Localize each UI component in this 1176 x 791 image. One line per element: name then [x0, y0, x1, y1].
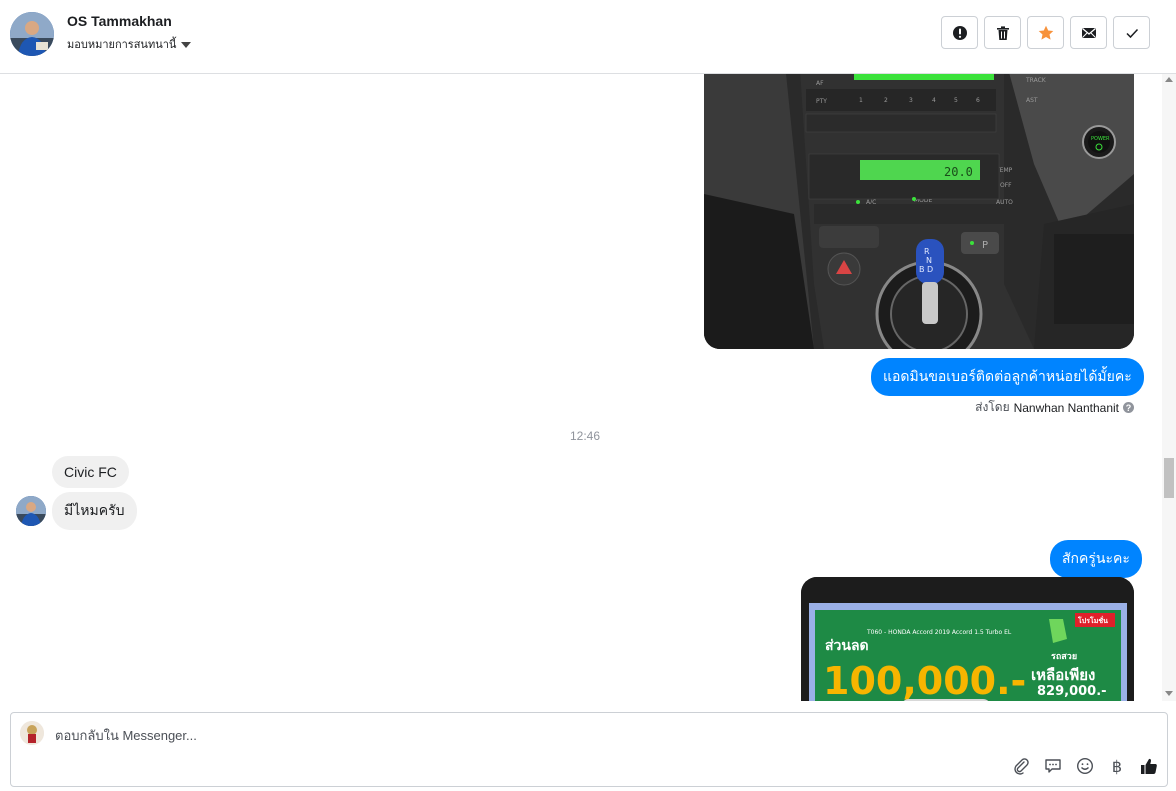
thumbs-up-icon: [1141, 758, 1157, 774]
mark-done-button[interactable]: [1113, 16, 1150, 49]
svg-text:6: 6: [976, 97, 980, 104]
header-actions: [941, 16, 1150, 49]
promo-badge: โปรโมชั่น: [1077, 615, 1108, 625]
emoji-button[interactable]: [1075, 756, 1095, 776]
remaining-label: เหลือเพียง: [1031, 666, 1095, 684]
contact-avatar[interactable]: [10, 12, 54, 56]
incoming-message[interactable]: Civic FC: [52, 456, 129, 488]
promo-price: 829,000.-: [1037, 684, 1107, 699]
reply-input[interactable]: [55, 725, 955, 745]
message-timestamp: 12:46: [569, 429, 601, 443]
outgoing-message[interactable]: แอดมินขอเบอร์ติดต่อลูกค้าหน่อยได้มั้ยคะ: [871, 358, 1144, 396]
like-button[interactable]: [1139, 756, 1159, 776]
svg-text:P: P: [982, 240, 988, 251]
reply-composer: ฿: [10, 712, 1168, 787]
conversation-header: OS Tammakhan มอบหมายการสนทนานี้: [0, 0, 1176, 74]
svg-text:TRACK: TRACK: [1025, 77, 1047, 84]
mark-spam-button[interactable]: [941, 16, 978, 49]
svg-text:4: 4: [932, 97, 936, 104]
envelope-icon: [1081, 27, 1096, 38]
contact-avatar-small: [16, 496, 46, 526]
svg-text:PTY: PTY: [816, 98, 827, 105]
svg-text:20.0: 20.0: [944, 165, 973, 179]
discount-label: ส่วนลด: [825, 638, 869, 654]
car-promotion-image[interactable]: โปรโมชั่น T060 - HONDA Accord 2019 Accor…: [801, 577, 1134, 701]
promo-brand: รถสวย: [1051, 652, 1077, 662]
svg-text:AF: AF: [816, 80, 824, 87]
svg-text:OFF: OFF: [1000, 182, 1012, 189]
svg-text:3: 3: [909, 97, 913, 104]
incoming-message[interactable]: มีไหมครับ: [52, 492, 137, 530]
scroll-down-arrow-icon[interactable]: [1165, 691, 1173, 696]
discount-amount: 100,000.-: [823, 659, 1026, 701]
svg-text:R: R: [924, 247, 930, 256]
message-thread: 123456 PTYAF TRACKAST DISC AUXFMAM·DABTE…: [0, 74, 1162, 701]
star-button[interactable]: [1027, 16, 1064, 49]
trash-icon: [996, 25, 1009, 40]
speech-bubble-icon: [1045, 759, 1061, 773]
thread-scrollbar[interactable]: [1162, 74, 1176, 701]
smiley-icon: [1076, 757, 1094, 775]
exclamation-circle-icon: [952, 25, 967, 40]
checkmark-icon: [1125, 28, 1138, 38]
payment-button[interactable]: ฿: [1107, 756, 1127, 776]
sent-by-name[interactable]: Nanwhan Nanthanit: [1014, 401, 1119, 415]
svg-text:5: 5: [954, 97, 958, 104]
caret-down-icon: [181, 41, 192, 48]
outgoing-message[interactable]: สักครู่นะคะ: [1050, 540, 1142, 578]
contact-name[interactable]: OS Tammakhan: [67, 13, 172, 29]
svg-text:1: 1: [859, 97, 863, 104]
svg-text:2: 2: [884, 97, 888, 104]
mark-unread-button[interactable]: [1070, 16, 1107, 49]
assign-conversation-dropdown[interactable]: มอบหมายการสนทนานี้: [67, 35, 192, 53]
promo-headline: T060 - HONDA Accord 2019 Accord 1.5 Turb…: [866, 629, 1012, 636]
star-icon: [1038, 25, 1053, 40]
composer-tools: ฿: [1011, 756, 1159, 776]
svg-text:POWER: POWER: [1091, 136, 1110, 142]
delete-button[interactable]: [984, 16, 1021, 49]
car-interior-photo[interactable]: 123456 PTYAF TRACKAST DISC AUXFMAM·DABTE…: [704, 74, 1134, 349]
svg-text:AST: AST: [1026, 97, 1038, 104]
sent-by-info: ส่งโดย Nanwhan Nanthanit ?: [975, 398, 1134, 417]
question-mark-icon[interactable]: ?: [1123, 402, 1134, 413]
scrollbar-thumb[interactable]: [1164, 458, 1174, 498]
assign-label: มอบหมายการสนทนานี้: [67, 39, 177, 51]
attach-button[interactable]: [1011, 756, 1031, 776]
svg-text:N: N: [926, 256, 932, 265]
paperclip-icon: [1014, 758, 1029, 775]
page-avatar: [20, 721, 44, 745]
scroll-up-arrow-icon[interactable]: [1165, 77, 1173, 82]
baht-icon: ฿: [1111, 756, 1123, 776]
svg-text:B D: B D: [919, 265, 933, 274]
sent-by-prefix: ส่งโดย: [975, 400, 1010, 414]
saved-replies-button[interactable]: [1043, 756, 1063, 776]
